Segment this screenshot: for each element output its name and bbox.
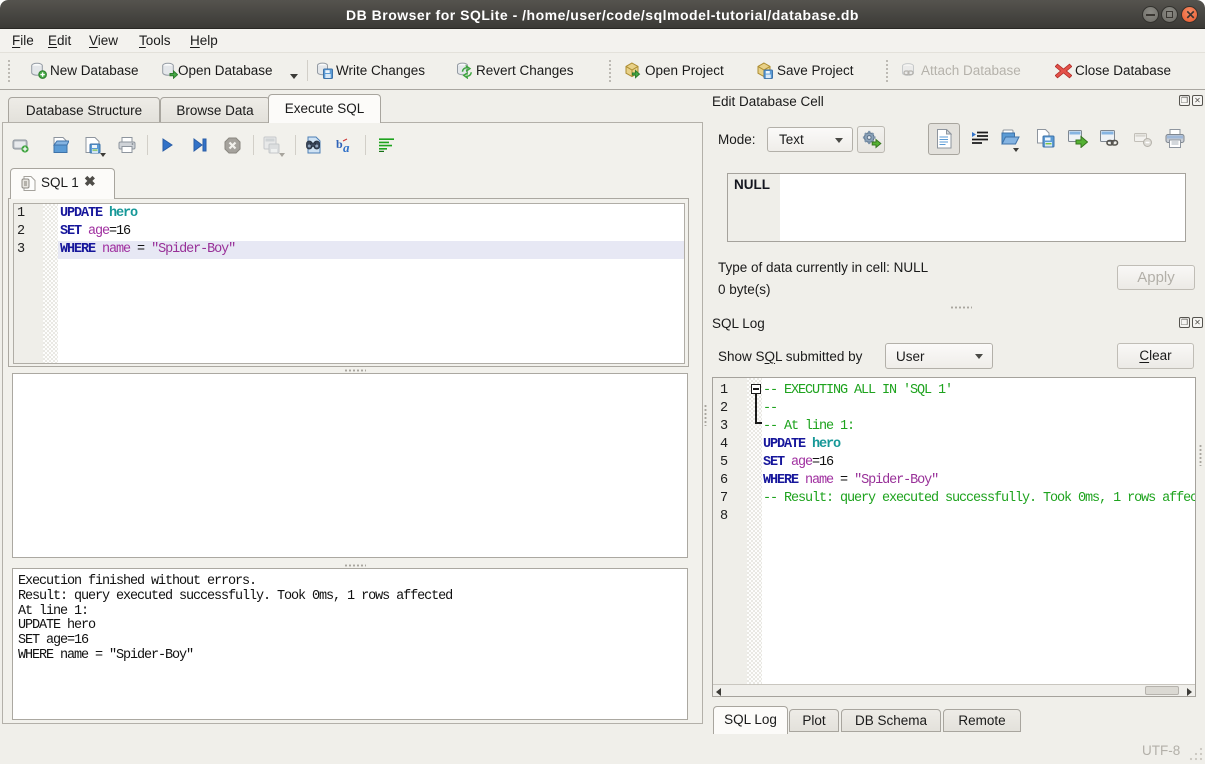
svg-text:b: b: [336, 137, 343, 151]
svg-text:a: a: [343, 140, 350, 154]
